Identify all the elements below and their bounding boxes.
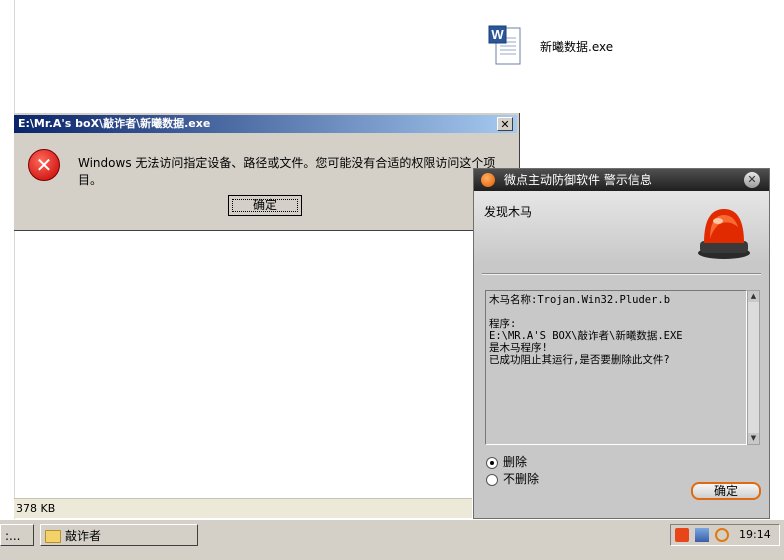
scroll-up-icon[interactable]: ▲: [748, 291, 759, 302]
alert-heading: 发现木马: [484, 205, 533, 219]
antivirus-tray-icon[interactable]: [715, 528, 729, 542]
error-message: Windows 无法访问指定设备、路径或文件。您可能没有合适的权限访问这个项目。: [78, 156, 496, 187]
status-bar: 378 KB: [14, 498, 472, 518]
detail-line: 已成功阻止其运行,是否要删除此文件?: [489, 354, 670, 366]
taskbar-button-label: 敲诈者: [65, 529, 102, 543]
antivirus-logo-icon: [481, 173, 495, 187]
antivirus-header: 发现木马: [474, 191, 769, 263]
tray-app-icon[interactable]: [675, 528, 689, 542]
clock: 19:14: [739, 528, 771, 541]
antivirus-alert-dialog: 微点主动防御软件 警示信息 ✕ 发现木马 木马名称:Trojan.Win32.P…: [473, 168, 770, 519]
detail-line: E:\MR.A'S BOX\敲诈者\新曦数据.EXE: [489, 330, 683, 342]
antivirus-titlebar[interactable]: 微点主动防御软件 警示信息 ✕: [474, 169, 769, 191]
desktop: W 新曦数据.exe 378 KB E:\Mr.A's boX\敲诈者\新曦数据…: [0, 0, 784, 560]
ok-button[interactable]: 确定: [228, 195, 302, 216]
scroll-down-icon[interactable]: ▼: [748, 433, 759, 444]
vertical-scrollbar[interactable]: ▲ ▼: [747, 290, 760, 445]
details-textarea[interactable]: 木马名称:Trojan.Win32.Pluder.b 程序: E:\MR.A'S…: [485, 290, 747, 445]
taskbar-button-folder[interactable]: 敲诈者: [40, 524, 198, 546]
status-size-text: 378 KB: [16, 502, 56, 515]
taskbar: :... 敲诈者 19:14: [0, 519, 784, 560]
radio-checked-icon[interactable]: [486, 456, 498, 469]
confirm-button[interactable]: 确定: [691, 482, 761, 500]
detail-line: 是木马程序!: [489, 342, 548, 354]
error-dialog-title: E:\Mr.A's boX\敲诈者\新曦数据.exe: [18, 117, 211, 130]
window-edge: [0, 0, 15, 523]
radio-keep[interactable]: 不删除: [486, 472, 539, 486]
svg-text:W: W: [491, 27, 504, 42]
network-icon[interactable]: [695, 528, 709, 542]
alarm-light-icon: [698, 209, 750, 259]
error-dialog-titlebar[interactable]: E:\Mr.A's boX\敲诈者\新曦数据.exe ✕: [14, 115, 517, 133]
close-icon[interactable]: ✕: [497, 117, 513, 131]
detail-line: [489, 306, 743, 318]
focus-outline: [232, 199, 298, 212]
detail-line: 木马名称:Trojan.Win32.Pluder.b: [489, 294, 671, 306]
word-document-icon: W: [488, 25, 521, 65]
radio-keep-label: 不删除: [503, 472, 540, 486]
system-tray: 19:14: [670, 524, 780, 546]
radio-unchecked-icon[interactable]: [486, 473, 498, 486]
error-icon: ✕: [28, 149, 60, 181]
divider: [482, 273, 761, 275]
taskbar-button[interactable]: :...: [0, 524, 34, 546]
radio-delete-label: 删除: [503, 455, 528, 469]
error-dialog: E:\Mr.A's boX\敲诈者\新曦数据.exe ✕ ✕ Windows 无…: [14, 113, 520, 231]
close-icon[interactable]: ✕: [744, 172, 760, 188]
detail-line: 程序:: [489, 318, 517, 330]
desktop-file-label: 新曦数据.exe: [540, 40, 614, 54]
folder-icon: [45, 530, 61, 543]
desktop-file-item[interactable]: W 新曦数据.exe: [488, 24, 638, 70]
antivirus-title: 微点主动防御软件 警示信息: [504, 173, 652, 187]
radio-delete[interactable]: 删除: [486, 455, 527, 469]
